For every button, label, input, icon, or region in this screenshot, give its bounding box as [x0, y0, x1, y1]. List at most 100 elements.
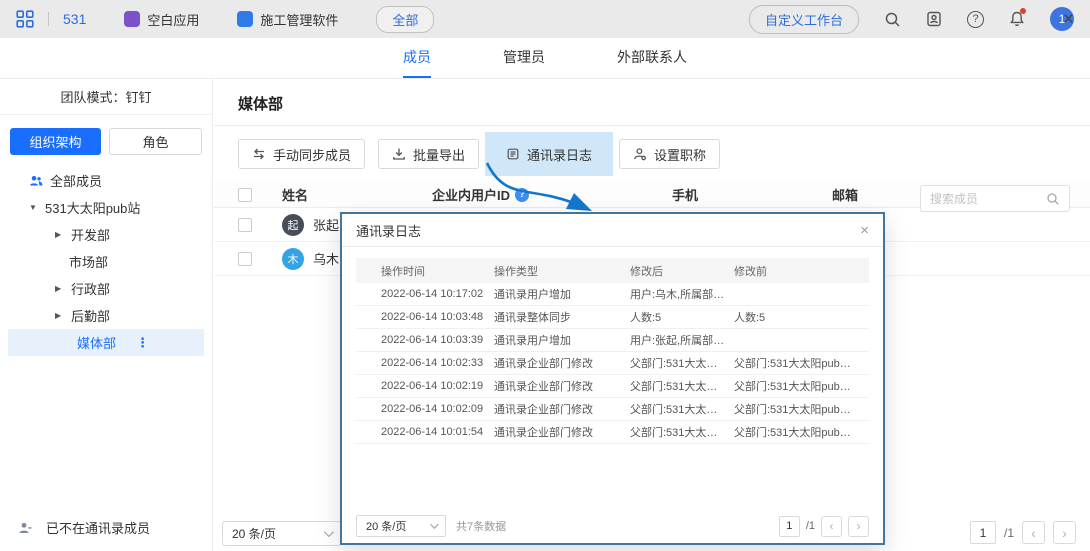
tree-item-label: 媒体部: [77, 333, 116, 352]
log-row: 2022-06-14 10:02:19通讯录企业部门修改 父部门:531大太阳p…: [356, 375, 869, 398]
people-icon: [29, 174, 43, 188]
set-title-button[interactable]: 设置职称: [619, 139, 720, 169]
search-icon[interactable]: [883, 10, 901, 28]
team-mode-label: 团队模式：钉钉: [0, 79, 212, 115]
construction-app-icon: [237, 11, 253, 27]
tab-external-contacts[interactable]: 外部联系人: [617, 38, 687, 78]
search-input[interactable]: [930, 192, 1046, 206]
sidebar-toggle: 组织架构 角色: [10, 128, 202, 155]
toggle-roles[interactable]: 角色: [109, 128, 202, 155]
batch-export-label: 批量导出: [413, 145, 465, 164]
tree-item-label: 后勤部: [71, 306, 110, 325]
app-tab-label: 施工管理软件: [260, 10, 338, 29]
log-row: 2022-06-14 10:03:48通讯录整体同步 人数:5人数:5: [356, 306, 869, 329]
log-col-after: 修改后: [630, 263, 734, 279]
modal-prev-page-button[interactable]: ‹: [821, 516, 842, 537]
page-size-value: 20 条/页: [232, 525, 276, 542]
prev-page-button[interactable]: ‹: [1022, 521, 1045, 544]
help-tooltip-icon[interactable]: [515, 188, 529, 202]
set-title-label: 设置职称: [654, 145, 706, 164]
tree-item-admin-dept[interactable]: 行政部: [0, 275, 212, 302]
page-number-input[interactable]: [970, 521, 996, 544]
modal-page-number-input[interactable]: [779, 516, 800, 537]
more-dots-icon[interactable]: [136, 335, 149, 351]
tree-item-market-dept[interactable]: 市场部: [0, 248, 212, 275]
customize-workbench-button[interactable]: 自定义工作台: [749, 5, 859, 34]
tab-members[interactable]: 成员: [403, 38, 431, 78]
modal-page-size-value: 20 条/页: [366, 518, 406, 534]
page-title: 媒体部: [214, 79, 1090, 126]
contact-log-label: 通讯录日志: [527, 145, 592, 164]
topbar-right: 自定义工作台 1: [749, 5, 1074, 34]
column-phone: 手机: [672, 185, 832, 204]
manual-sync-button[interactable]: 手动同步成员: [238, 139, 365, 169]
workspace-tab[interactable]: 531: [63, 11, 86, 27]
tree-item-logistics-dept[interactable]: 后勤部: [0, 302, 212, 329]
contact-log-button[interactable]: 通讯录日志: [492, 139, 606, 169]
ex-members-entry[interactable]: 已不在通讯录成员: [18, 518, 150, 537]
select-all-checkbox[interactable]: [238, 188, 252, 202]
tree-item-media-dept[interactable]: 媒体部: [8, 329, 204, 356]
caret-right-icon[interactable]: [55, 230, 64, 239]
org-tree: 全部成员 531大太阳pub站 开发部 市场部 行政部 后勤部: [0, 167, 212, 356]
download-icon: [392, 147, 406, 161]
batch-export-button[interactable]: 批量导出: [378, 139, 479, 169]
log-row: 2022-06-14 10:01:54通讯录企业部门修改 父部门:531大太阳p…: [356, 421, 869, 444]
app-tab-construction[interactable]: 施工管理软件: [237, 10, 338, 29]
modal-total-count: 共7条数据: [456, 518, 506, 534]
log-col-time: 操作时间: [381, 263, 494, 279]
tree-item-label: 行政部: [71, 279, 110, 298]
close-icon[interactable]: [1063, 9, 1074, 31]
column-user-id-label: 企业内用户ID: [432, 185, 510, 204]
modal-next-page-button[interactable]: ›: [848, 516, 869, 537]
modal-page-size-select[interactable]: 20 条/页: [356, 515, 446, 537]
log-row: 2022-06-14 10:03:39通讯录用户增加 用户:张起,所属部门:媒体…: [356, 329, 869, 352]
caret-down-icon[interactable]: [29, 203, 38, 212]
help-icon[interactable]: [967, 11, 984, 28]
app-tab-blank[interactable]: 空白应用: [124, 10, 199, 29]
member-name: 乌木: [313, 249, 339, 268]
workbench-grid-icon[interactable]: [16, 10, 34, 28]
log-row: 2022-06-14 10:17:02通讯录用户增加 用户:乌木,所属部门:媒体…: [356, 283, 869, 306]
manual-sync-label: 手动同步成员: [273, 145, 351, 164]
caret-right-icon[interactable]: [55, 311, 64, 320]
toggle-org-structure[interactable]: 组织架构: [10, 128, 101, 155]
toolbar: 手动同步成员 批量导出 通讯录日志 设置职称: [214, 126, 1090, 182]
tree-item-dev-dept[interactable]: 开发部: [0, 221, 212, 248]
topbar-left: 531 空白应用 施工管理软件 全部: [16, 6, 434, 33]
ex-members-label: 已不在通讯录成员: [46, 518, 150, 537]
contacts-icon[interactable]: [925, 10, 943, 28]
log-col-type: 操作类型: [494, 263, 630, 279]
sidebar: 团队模式：钉钉 组织架构 角色 全部成员 531大太阳pub站 开发部 市场部: [0, 79, 213, 551]
contact-log-modal: 通讯录日志 操作时间 操作类型 修改后 修改前 2022-06-14 10:17…: [340, 212, 885, 545]
blank-app-icon: [124, 11, 140, 27]
modal-close-icon[interactable]: [860, 222, 869, 239]
next-page-button[interactable]: ›: [1053, 521, 1076, 544]
all-apps-pill[interactable]: 全部: [376, 6, 434, 33]
user-setting-icon: [633, 147, 647, 161]
ex-member-icon: [18, 521, 32, 535]
modal-footer: 20 条/页 共7条数据 /1 ‹ ›: [356, 515, 869, 537]
modal-pagination: /1 ‹ ›: [779, 516, 869, 537]
member-search: [920, 185, 1070, 212]
row-checkbox[interactable]: [238, 252, 252, 266]
tree-item-label: 市场部: [69, 252, 108, 271]
log-table: 操作时间 操作类型 修改后 修改前 2022-06-14 10:17:02通讯录…: [356, 258, 869, 444]
member-name: 张起: [313, 215, 339, 234]
tree-item-label: 全部成员: [50, 171, 102, 190]
log-row: 2022-06-14 10:02:09通讯录企业部门修改 父部门:531大太阳p…: [356, 398, 869, 421]
modal-header: 通讯录日志: [342, 214, 883, 247]
page-total: /1: [1004, 526, 1014, 540]
tab-admins[interactable]: 管理员: [503, 38, 545, 78]
tree-item-all-members[interactable]: 全部成员: [0, 167, 212, 194]
tabbar: 成员 管理员 外部联系人: [0, 38, 1090, 79]
tree-item-root-site[interactable]: 531大太阳pub站: [0, 194, 212, 221]
notification-bell-icon[interactable]: [1008, 10, 1026, 28]
page-size-select[interactable]: 20 条/页: [222, 521, 341, 546]
row-checkbox[interactable]: [238, 218, 252, 232]
caret-right-icon[interactable]: [55, 284, 64, 293]
chevron-down-icon: [430, 520, 438, 528]
search-icon: [1046, 192, 1060, 206]
tree-item-label: 开发部: [71, 225, 110, 244]
tree-item-label: 531大太阳pub站: [45, 198, 140, 217]
